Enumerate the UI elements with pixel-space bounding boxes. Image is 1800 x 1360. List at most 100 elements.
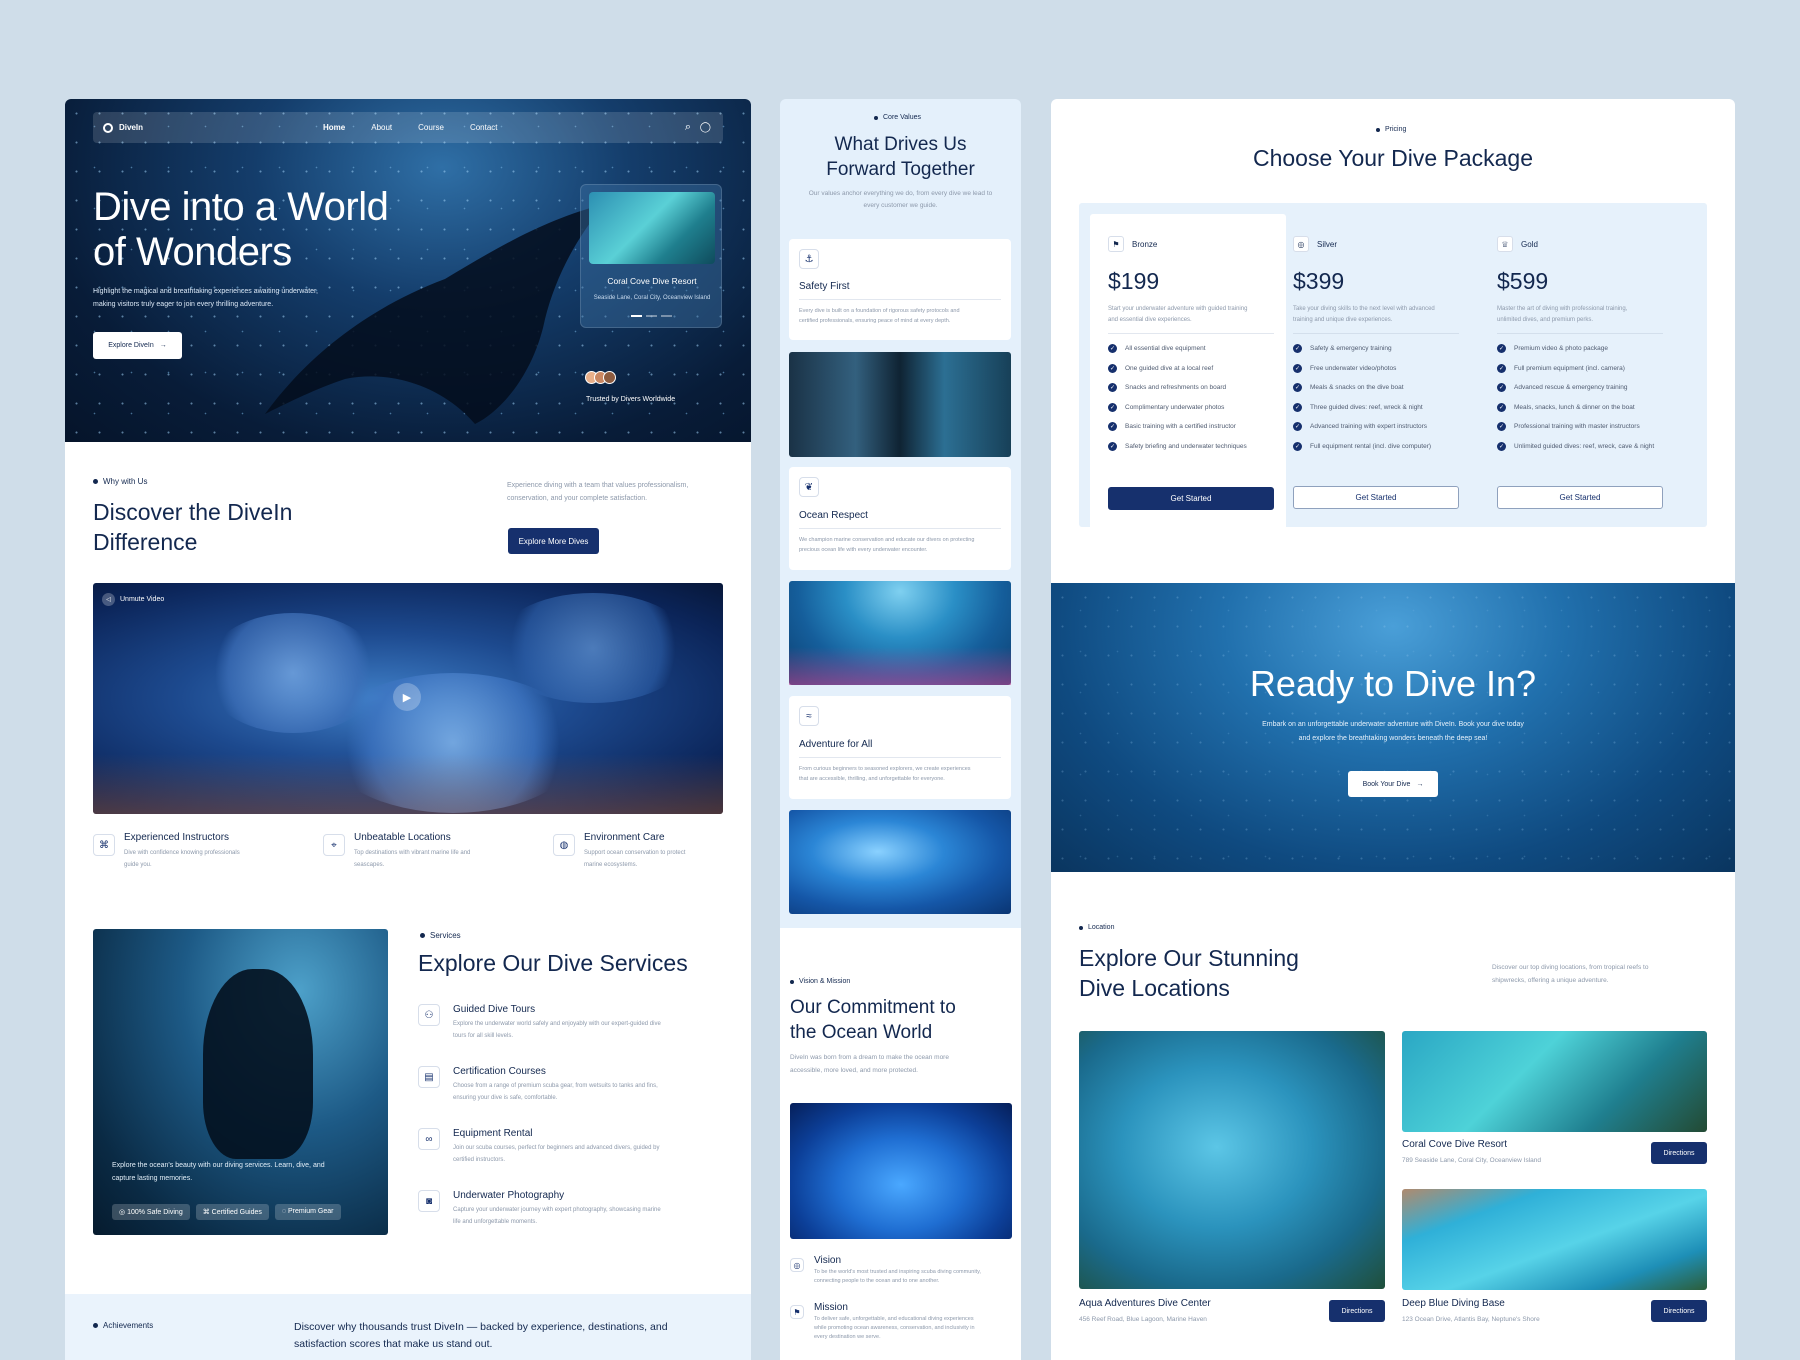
camera-icon: ◙ [418, 1190, 440, 1212]
badge-certified-guides: ⌘ Certified Guides [195, 1204, 269, 1220]
check-icon: ✓ [1497, 402, 1506, 412]
value-card-adventure: ≈ Adventure for All From curious beginne… [789, 696, 1011, 799]
core-values-title: What Drives Us Forward Together [826, 134, 975, 180]
directions-button-aqua[interactable]: Directions [1329, 1300, 1385, 1322]
jellyfish-shape [493, 593, 693, 703]
plan-feature: ✓ Complimentary underwater photos [1108, 402, 1225, 412]
directions-button-deep-blue[interactable]: Directions [1651, 1300, 1707, 1322]
check-icon: ✓ [1497, 363, 1506, 373]
check-icon: ✓ [1293, 402, 1302, 412]
vision-mission-section: Vision & Mission Our Commitment to the Oc… [780, 928, 1021, 1360]
user-icon[interactable]: ◯ [700, 122, 711, 133]
unmute-video-control[interactable]: ◁ Unmute Video [102, 593, 164, 606]
ready-to-dive-section: Ready to Dive In? Embark on an unforgett… [1051, 583, 1735, 872]
arrow-right-icon: → [159, 342, 167, 349]
service-title: Guided Dive Tours [453, 1004, 536, 1015]
feature-title: Experienced Instructors [124, 832, 230, 843]
check-icon: ✓ [1108, 344, 1117, 354]
mask-icon: ∞ [418, 1128, 440, 1150]
check-icon: ✓ [1108, 383, 1117, 393]
hero-section: DiveIn Home About Course Contact ⌕ ◯ Div… [65, 99, 751, 442]
service-desc: Capture your underwater journey with exp… [453, 1207, 661, 1225]
explore-more-dives-button[interactable]: Explore More Dives [508, 528, 599, 554]
service-item-equipment-rental[interactable]: ∞ Equipment Rental Join our scuba course… [418, 1128, 708, 1190]
plan-label: ◎ Silver [1293, 236, 1337, 252]
achievements-text: Discover why thousands trust DiveIn — ba… [294, 1321, 668, 1350]
vision-mission-tag: Vision & Mission [790, 978, 850, 985]
value-title: Adventure for All [799, 739, 873, 750]
avatar-group [585, 371, 616, 384]
pricing-cards-container: ⚑ Bronze $199 Start your underwater adven… [1079, 203, 1707, 532]
plan-feature: ✓ Snacks and refreshments on board [1108, 383, 1227, 393]
check-icon: ✓ [1293, 363, 1302, 373]
brand-name[interactable]: DiveIn [119, 123, 143, 132]
medal-icon: ♕ [1497, 236, 1513, 252]
video-player[interactable]: ◁ Unmute Video ▶ [93, 583, 723, 814]
plan-feature: ✓ Unlimited guided dives: reef, wreck, ca… [1497, 441, 1655, 451]
resort-card-title: Coral Cove Dive Resort [607, 276, 697, 286]
check-icon: ✓ [1293, 344, 1302, 354]
plan-feature: ✓ Free underwater video/photos [1293, 363, 1397, 373]
resort-card[interactable]: Coral Cove Dive Resort Seaside Lane, Cor… [580, 184, 722, 328]
badge-safe-diving: ◎ 100% Safe Diving [112, 1204, 190, 1220]
achievements-section: Achievements Discover why thousands trus… [65, 1294, 751, 1360]
location-tag: Location [1079, 924, 1114, 931]
service-desc: Join our scuba courses, perfect for begi… [453, 1145, 660, 1163]
search-icon[interactable]: ⌕ [685, 121, 691, 134]
get-started-button-silver[interactable]: Get Started [1293, 486, 1459, 509]
plan-feature-list: ✓ Safety & emergency training ✓ Free under… [1293, 339, 1431, 456]
service-title: Equipment Rental [453, 1128, 533, 1139]
directions-button-coral-cove[interactable]: Directions [1651, 1142, 1707, 1164]
nav-link-course[interactable]: Course [418, 123, 444, 132]
coral-gradient [789, 647, 1011, 685]
play-icon[interactable]: ▶ [393, 683, 421, 711]
avatar [603, 371, 616, 384]
anchor-icon: ⚓ [799, 249, 819, 269]
feature-desc: Top destinations with vibrant marine lif… [354, 850, 471, 868]
why-description: Experience diving with a team that value… [507, 482, 689, 502]
check-icon: ✓ [1293, 441, 1302, 451]
plan-feature: ✓ One guided dive at a local reef [1108, 363, 1214, 373]
value-desc: From curious beginners to seasoned explo… [799, 766, 971, 782]
location-pin-icon: ⌖ [323, 834, 345, 856]
plan-price: $199 [1108, 268, 1160, 294]
plan-desc: Take your diving skills to the next leve… [1293, 306, 1435, 323]
core-values-description: Our values anchor everything we do, from… [808, 190, 993, 209]
location-title: Explore Our Stunning Dive Locations [1079, 945, 1299, 1001]
service-item-guided-tours[interactable]: ⚇ Guided Dive Tours Explore the underwat… [418, 1004, 708, 1066]
why-title: Discover the DiveIn Difference [93, 499, 293, 555]
service-item-photography[interactable]: ◙ Underwater Photography Capture your un… [418, 1190, 708, 1252]
get-started-button-gold[interactable]: Get Started [1497, 486, 1663, 509]
plan-feature: ✓ Advanced rescue & emergency training [1497, 383, 1628, 393]
vision-mission-title: Our Commitment to the Ocean World [790, 997, 956, 1043]
plan-feature: ✓ Safety briefing and underwater techniqu… [1108, 441, 1247, 451]
get-started-button-bronze[interactable]: Get Started [1108, 487, 1274, 510]
plan-feature: ✓ Three guided dives: reef, wreck & night [1293, 402, 1423, 412]
pricing-panel: Pricing Choose Your Dive Package ⚑ Bronze… [1051, 99, 1735, 1360]
feature-title: Unbeatable Locations [354, 832, 451, 843]
value-card-safety: ⚓ Safety First Every dive is built on a … [789, 239, 1011, 340]
plan-feature: ✓ Full premium equipment (incl. camera) [1497, 363, 1625, 373]
nav-link-home[interactable]: Home [323, 123, 345, 132]
badge-row: ◎ 100% Safe Diving ⌘ Certified Guides ◌ … [112, 1204, 341, 1220]
mission-title: Mission [814, 1302, 848, 1313]
achievements-tag: Achievements [93, 1321, 153, 1330]
service-item-certification[interactable]: ▤ Certification Courses Choose from a ra… [418, 1066, 708, 1128]
carousel-indicator[interactable] [631, 315, 672, 317]
location-name: Deep Blue Diving Base [1402, 1298, 1505, 1309]
value-desc: Every dive is built on a foundation of r… [799, 308, 960, 324]
group-icon: ⚇ [418, 1004, 440, 1026]
book-your-dive-button[interactable]: Book Your Dive → [1348, 771, 1438, 797]
plan-label: ♕ Gold [1497, 236, 1538, 252]
flag-icon: ⚑ [1108, 236, 1124, 252]
certificate-icon: ▤ [418, 1066, 440, 1088]
nav-link-contact[interactable]: Contact [470, 123, 498, 132]
explore-divein-button[interactable]: Explore DiveIn → [93, 332, 182, 359]
coral-cove-image [1402, 1031, 1707, 1132]
nav-link-about[interactable]: About [371, 123, 392, 132]
target-icon: ◎ [1293, 236, 1309, 252]
plan-feature: ✓ Meals & snacks on the dive boat [1293, 383, 1404, 393]
plan-feature-list: ✓ All essential dive equipment ✓ One guide… [1108, 339, 1247, 456]
plan-feature-list: ✓ Premium video & photo package ✓ Full pre… [1497, 339, 1654, 456]
target-icon: ◎ [790, 1258, 804, 1272]
